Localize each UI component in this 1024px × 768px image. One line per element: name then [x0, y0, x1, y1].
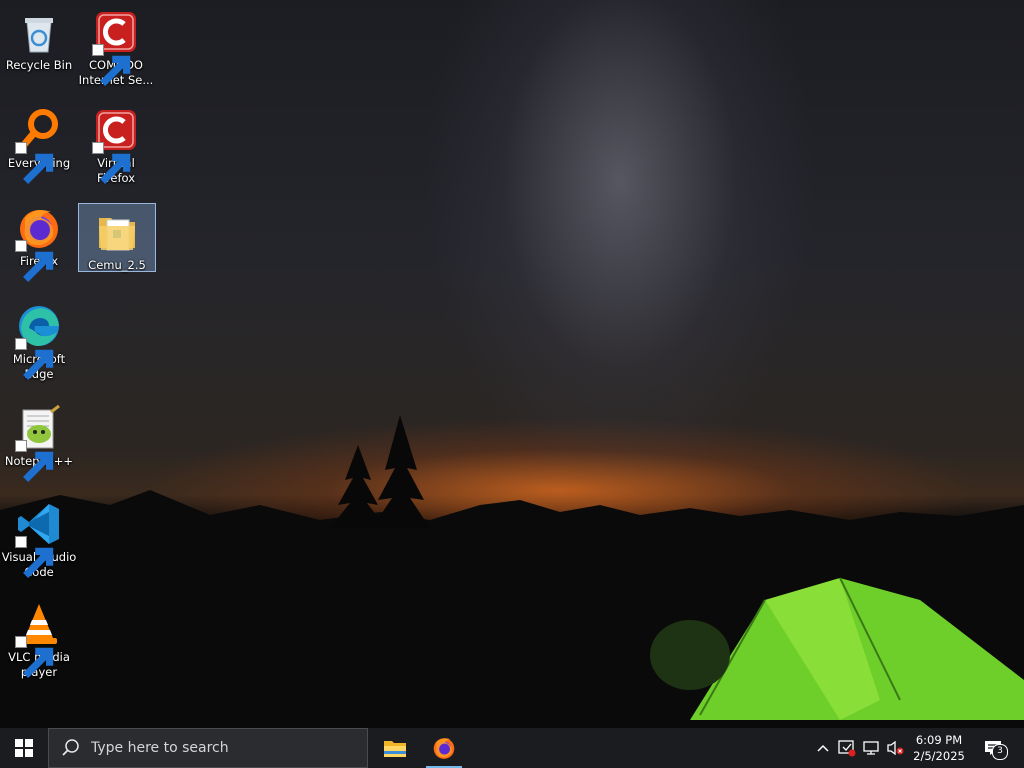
shortcut-arrow-icon: [15, 240, 54, 282]
taskbar-clock[interactable]: 6:09 PM 2/5/2025: [908, 728, 970, 768]
file-explorer-icon: [384, 741, 406, 757]
firefox-icon: [433, 738, 455, 759]
tray-network-button[interactable]: [860, 728, 882, 768]
everything-search-icon: [15, 106, 63, 184]
desktop-icon-microsoft-edge[interactable]: Microsoft Edge: [1, 298, 77, 386]
folder-icon: [93, 208, 141, 256]
tray-security-icon-button[interactable]: [836, 728, 858, 768]
shortcut-arrow-icon: [15, 636, 54, 678]
search-icon: [62, 739, 79, 756]
windows-logo-icon: [15, 739, 33, 757]
shortcut-arrow-icon: [15, 338, 54, 380]
desktop-icon-comodo[interactable]: COMODO Internet Se...: [78, 4, 154, 90]
comodo-virtual-icon: [92, 106, 140, 184]
start-button[interactable]: [0, 728, 48, 768]
desktop-icon-label: Recycle Bin: [5, 58, 73, 72]
shortcut-arrow-icon: [92, 44, 131, 86]
clock-time: 6:09 PM: [915, 733, 963, 747]
desktop-icon-cemu-folder[interactable]: Cemu_2.5: [78, 203, 156, 272]
desktop-icon-everything[interactable]: Everything: [1, 102, 77, 184]
edge-icon: [15, 302, 63, 380]
desktop-icon-vscode[interactable]: Visual Studio Code: [1, 496, 77, 584]
vscode-icon: [15, 500, 63, 578]
recycle-bin-icon: [15, 8, 63, 56]
clock-date: 2/5/2025: [913, 749, 965, 763]
desktop-icon-notepadpp[interactable]: Notepad++: [1, 400, 77, 482]
taskbar-firefox[interactable]: [420, 728, 468, 768]
taskbar-search-box[interactable]: [48, 728, 368, 768]
security-warning-icon: [838, 740, 856, 757]
shortcut-arrow-icon: [15, 536, 54, 578]
action-center-button[interactable]: 3: [978, 728, 1008, 768]
shortcut-arrow-icon: [15, 440, 54, 482]
search-input[interactable]: [89, 739, 353, 757]
volume-muted-icon: [887, 740, 904, 756]
notepadpp-icon: [15, 404, 63, 482]
notification-count-badge: 3: [992, 744, 1008, 760]
comodo-icon: [92, 8, 140, 86]
desktop-icon-vlc[interactable]: VLC media player: [1, 596, 77, 684]
desktop-icon-virtual-firefox[interactable]: Virtual Firefox: [78, 102, 154, 185]
desktop-icon-firefox[interactable]: Firefox: [1, 200, 77, 282]
taskbar: 6:09 PM 2/5/2025 3: [0, 728, 1024, 768]
notification-icon: 3: [984, 740, 1008, 760]
shortcut-arrow-icon: [15, 142, 54, 184]
vlc-icon: [15, 600, 63, 678]
chevron-up-icon: [817, 744, 829, 752]
desktop-icon-recycle-bin[interactable]: Recycle Bin: [1, 4, 77, 76]
network-icon: [863, 741, 879, 755]
firefox-icon: [15, 204, 63, 282]
desktop-icon-label: Cemu_2.5: [88, 258, 146, 272]
shortcut-arrow-icon: [92, 142, 131, 184]
taskbar-file-explorer[interactable]: [371, 728, 419, 768]
tray-volume-button[interactable]: [884, 728, 906, 768]
show-hidden-icons-button[interactable]: [812, 728, 834, 768]
